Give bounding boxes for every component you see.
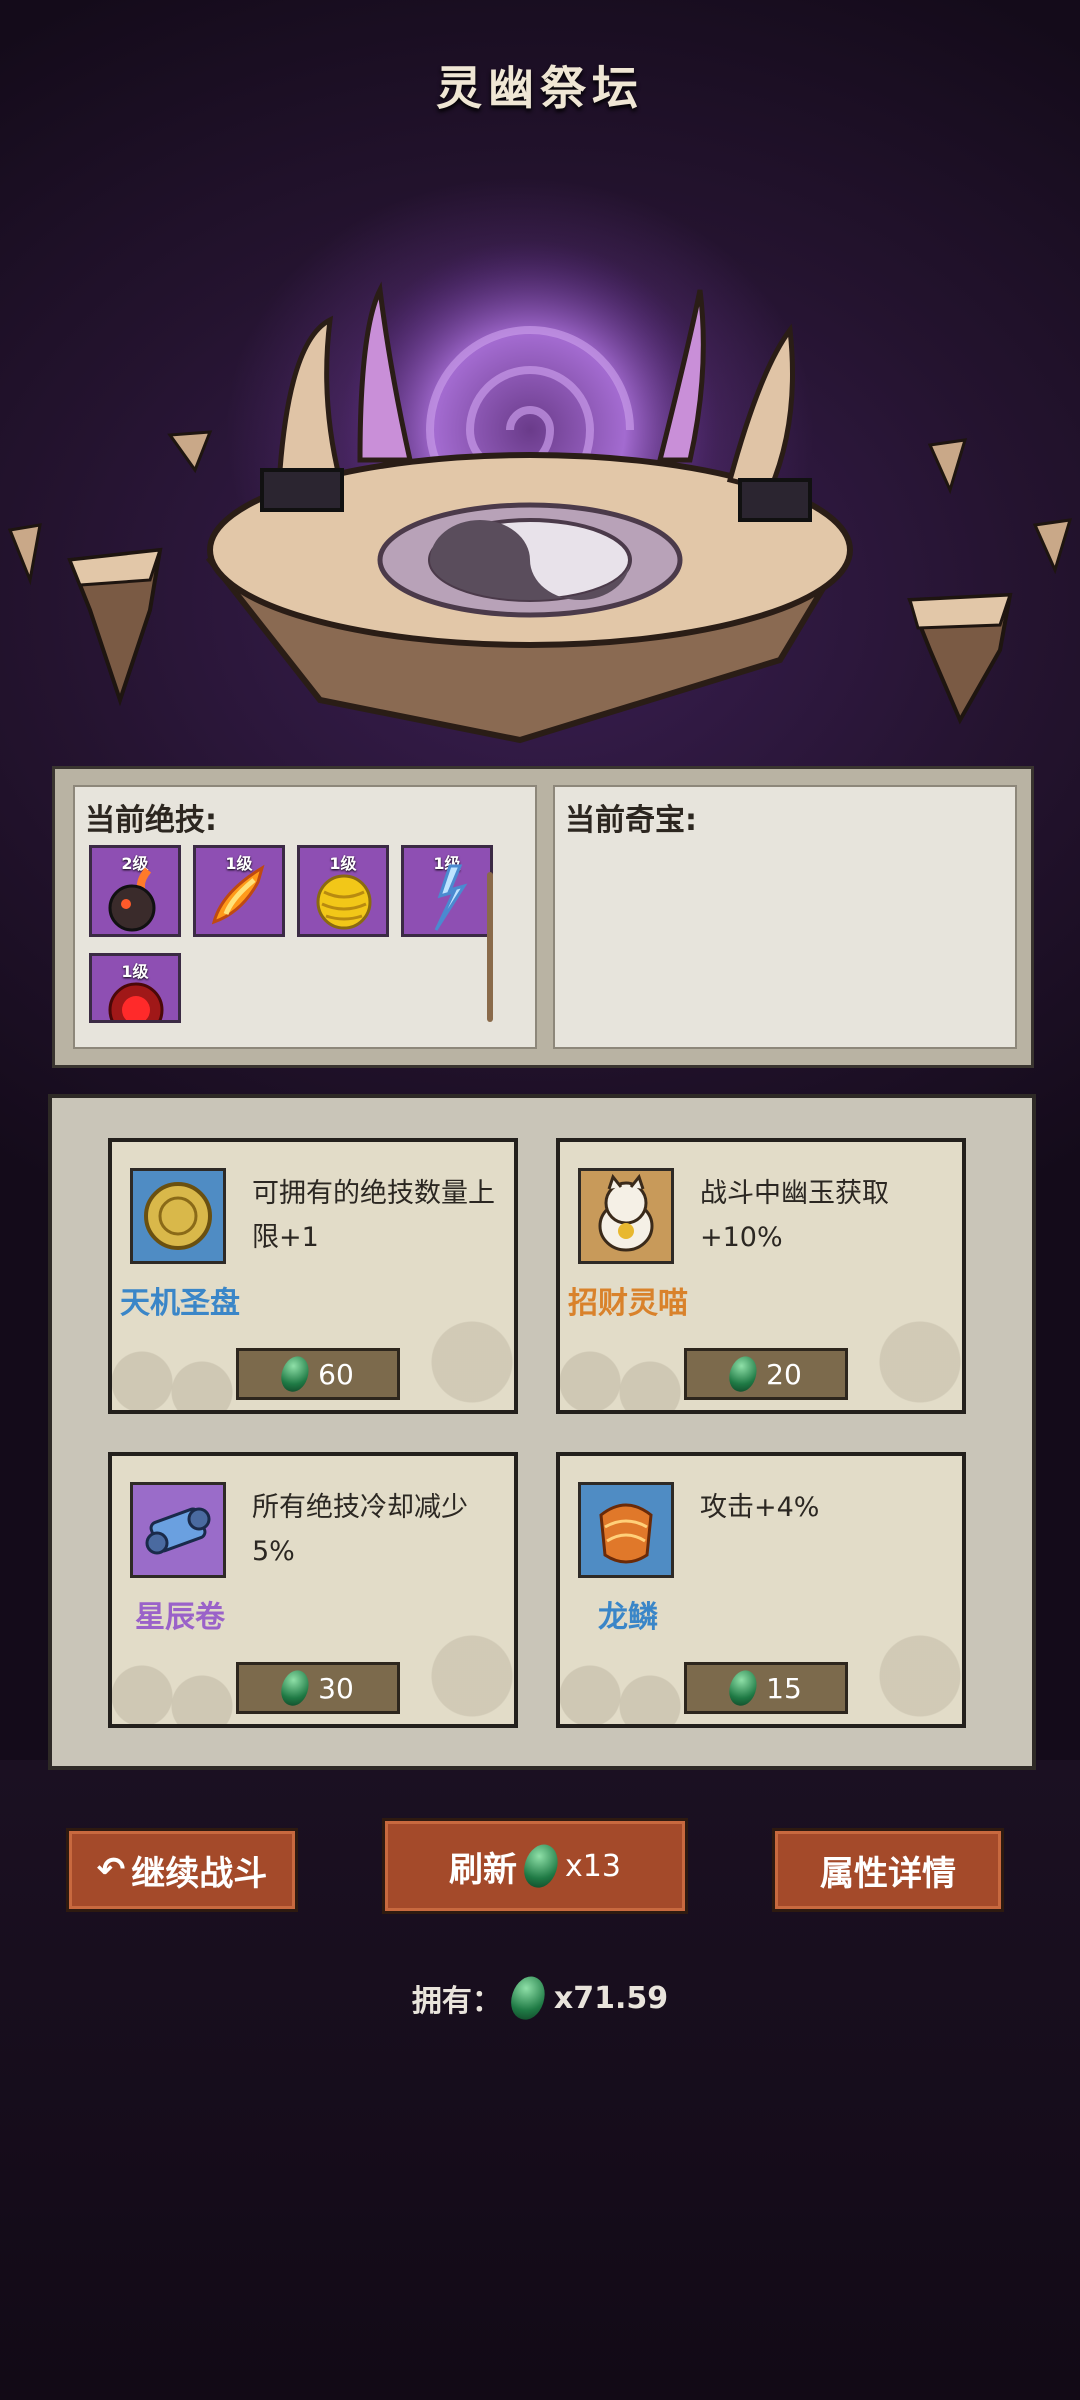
shop-panel: 天机圣盘 可拥有的绝技数量上限+1 60 招财灵喵 战斗中幽玉获取+10% 20… (48, 1094, 1036, 1770)
lightning-icon (434, 864, 468, 931)
item-price: 30 (318, 1671, 354, 1705)
buy-button[interactable]: 20 (684, 1348, 848, 1400)
item-price: 15 (766, 1671, 802, 1705)
current-skills-label: 当前绝技: (85, 803, 217, 838)
skill-slot-yellow-orb[interactable]: 1级 (297, 845, 389, 937)
shop-item-card[interactable]: 天机圣盘 可拥有的绝技数量上限+1 60 (108, 1138, 518, 1414)
skill-slot-fire-slash[interactable]: 1级 (193, 845, 285, 937)
back-arrow-icon: ↶ (96, 1850, 126, 1890)
red-vortex-icon (108, 982, 164, 1020)
skills-scrollbar[interactable] (487, 872, 493, 1022)
shop-item-card[interactable]: 招财灵喵 战斗中幽玉获取+10% 20 (556, 1138, 966, 1414)
item-name: 招财灵喵 (568, 1286, 688, 1321)
refresh-button[interactable]: 刷新 x13 (382, 1818, 688, 1914)
skill-slot-meteor[interactable]: 2级 (89, 845, 181, 937)
current-skills-panel: 当前绝技: 2级 1级 1级 1级 1级 (73, 785, 537, 1049)
buy-button[interactable]: 60 (236, 1348, 400, 1400)
skill-slot-red-vortex[interactable]: 1级 (89, 953, 181, 1023)
item-name: 星辰卷 (135, 1600, 225, 1635)
golden-disc-icon (130, 1168, 226, 1264)
jade-gem-icon (725, 1666, 762, 1710)
shop-item-card[interactable]: 龙鳞 攻击+4% 15 (556, 1452, 966, 1728)
item-description: 战斗中幽玉获取+10% (700, 1178, 889, 1253)
scroll-icon (130, 1482, 226, 1578)
meteor-icon (108, 867, 156, 932)
item-description: 可拥有的绝技数量上限+1 (252, 1178, 495, 1253)
yellow-orb-icon (316, 874, 372, 930)
buy-button[interactable]: 15 (684, 1662, 848, 1714)
item-name: 天机圣盘 (120, 1286, 240, 1321)
jade-gem-icon (505, 1972, 550, 2024)
current-loadout-panel: 当前绝技: 2级 1级 1级 1级 1级 当前奇宝: (52, 766, 1034, 1068)
owned-amount: x71.59 (553, 1980, 669, 2016)
item-description: 攻击+4% (700, 1492, 820, 1523)
item-price: 60 (318, 1357, 354, 1391)
shop-item-card[interactable]: 星辰卷 所有绝技冷却减少5% 30 (108, 1452, 518, 1728)
jade-gem-icon (725, 1352, 762, 1396)
buy-button[interactable]: 30 (236, 1662, 400, 1714)
lucky-cat-icon (578, 1168, 674, 1264)
page-title: 灵幽祭坛 (436, 61, 644, 115)
currency-owned: 拥有： x71.59 (0, 1972, 1080, 2024)
attribute-details-label: 属性详情 (820, 1853, 956, 1894)
fire-slash-icon (211, 864, 265, 925)
jade-gem-icon (277, 1352, 314, 1396)
jade-gem-icon (277, 1666, 314, 1710)
continue-battle-button[interactable]: ↶ 继续战斗 (66, 1828, 298, 1912)
current-treasures-panel: 当前奇宝: (553, 785, 1017, 1049)
owned-label: 拥有： (411, 1984, 502, 2019)
item-price: 20 (766, 1357, 802, 1391)
skill-slot-lightning[interactable]: 1级 (401, 845, 493, 937)
altar-illustration (7, 240, 1073, 744)
item-name: 龙鳞 (598, 1600, 658, 1635)
item-description: 所有绝技冷却减少5% (252, 1492, 468, 1567)
continue-battle-label: 继续战斗 (131, 1853, 268, 1894)
jade-gem-icon (519, 1840, 564, 1892)
dragon-scale-icon (578, 1482, 674, 1578)
refresh-cost: x13 (565, 1848, 621, 1884)
attribute-details-button[interactable]: 属性详情 (772, 1828, 1004, 1912)
refresh-label: 刷新 (449, 1849, 518, 1890)
current-treasures-label: 当前奇宝: (565, 803, 697, 838)
